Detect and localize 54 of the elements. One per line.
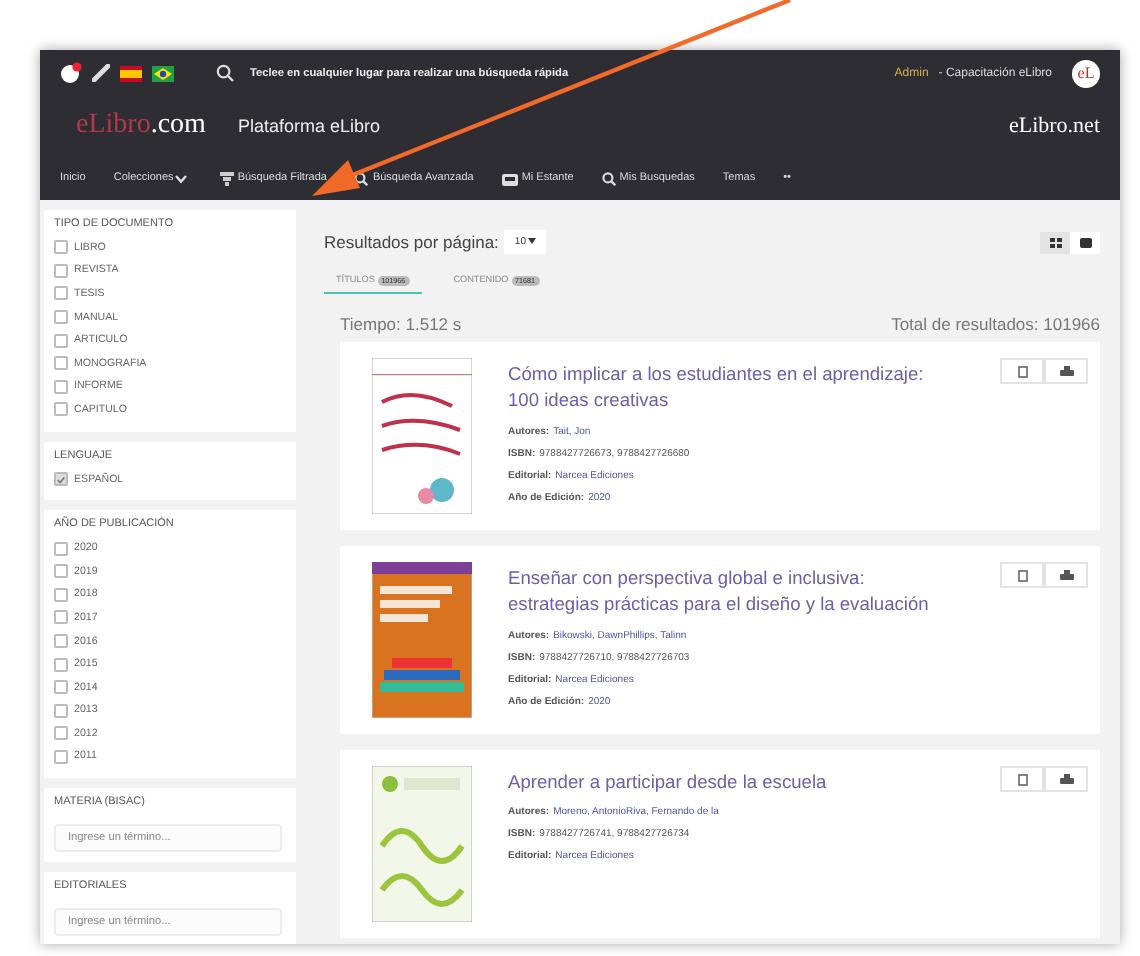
- chevron-down-icon[interactable]: [173, 173, 188, 183]
- printer-icon: [1059, 773, 1073, 785]
- checkbox[interactable]: [54, 749, 68, 764]
- grid-view-button[interactable]: [1040, 231, 1070, 253]
- print-button[interactable]: [1044, 358, 1088, 384]
- checkbox[interactable]: [54, 587, 68, 602]
- checkbox[interactable]: [54, 286, 68, 301]
- inbox-icon: [501, 171, 518, 185]
- caret-icon: [528, 238, 537, 244]
- square-icon: [1017, 569, 1027, 581]
- site-name[interactable]: eLibro.net: [1008, 114, 1100, 138]
- list-icon: [1079, 237, 1091, 247]
- checkbox[interactable]: [54, 610, 68, 625]
- checkbox[interactable]: [54, 726, 68, 741]
- bookmark-button[interactable]: [1000, 766, 1044, 792]
- platform-title: Plataforma eLibro: [237, 116, 380, 136]
- filter-icon: [219, 171, 234, 185]
- book-title-link[interactable]: Enseñar con perspectiva global e inclusiva: estrategias prácticas para el diseño y la evaluación: [508, 566, 938, 620]
- checkbox[interactable]: [54, 657, 68, 672]
- list-view-button[interactable]: [1070, 231, 1100, 253]
- square-icon: [1017, 365, 1027, 377]
- search-icon: [601, 171, 616, 185]
- bookmark-button[interactable]: [1000, 358, 1044, 384]
- print-button[interactable]: [1044, 562, 1088, 588]
- checkbox[interactable]: [54, 379, 68, 394]
- book-title-link[interactable]: Cómo implicar a los estudiantes en el aprendizaje: 100 ideas creativas: [508, 362, 938, 416]
- search-time: Tiempo: 1.512 s: [340, 314, 462, 334]
- search-icon: [354, 171, 369, 185]
- flag-icon[interactable]: [120, 65, 142, 81]
- checkbox[interactable]: [54, 310, 68, 325]
- flag-icon[interactable]: [152, 65, 174, 81]
- book-title-link[interactable]: Aprender a participar desde la escuela: [508, 770, 938, 797]
- grid-icon: [1049, 237, 1061, 247]
- checkbox[interactable]: [54, 240, 68, 255]
- results-per-page-label: Resultados por página:: [324, 232, 499, 252]
- printer-icon: [1059, 365, 1073, 377]
- checkbox[interactable]: [54, 703, 68, 718]
- checkbox[interactable]: [54, 333, 68, 348]
- checkbox[interactable]: [54, 263, 68, 278]
- checkbox[interactable]: [54, 680, 68, 695]
- checkbox[interactable]: [54, 402, 68, 417]
- checkbox[interactable]: [54, 541, 68, 556]
- checkbox[interactable]: [54, 472, 68, 487]
- checkbox[interactable]: [54, 356, 68, 371]
- square-icon: [1017, 773, 1027, 785]
- results-total: Total de resultados: 101966: [891, 314, 1100, 334]
- checkbox[interactable]: [54, 634, 68, 649]
- printer-icon: [1059, 569, 1073, 581]
- print-button[interactable]: [1044, 766, 1088, 792]
- checkbox[interactable]: [54, 564, 68, 579]
- search-icon[interactable]: [216, 64, 234, 82]
- user-avatar[interactable]: eL: [1072, 59, 1100, 87]
- site-logo[interactable]: eLibro.com: [76, 110, 206, 142]
- bookmark-button[interactable]: [1000, 562, 1044, 588]
